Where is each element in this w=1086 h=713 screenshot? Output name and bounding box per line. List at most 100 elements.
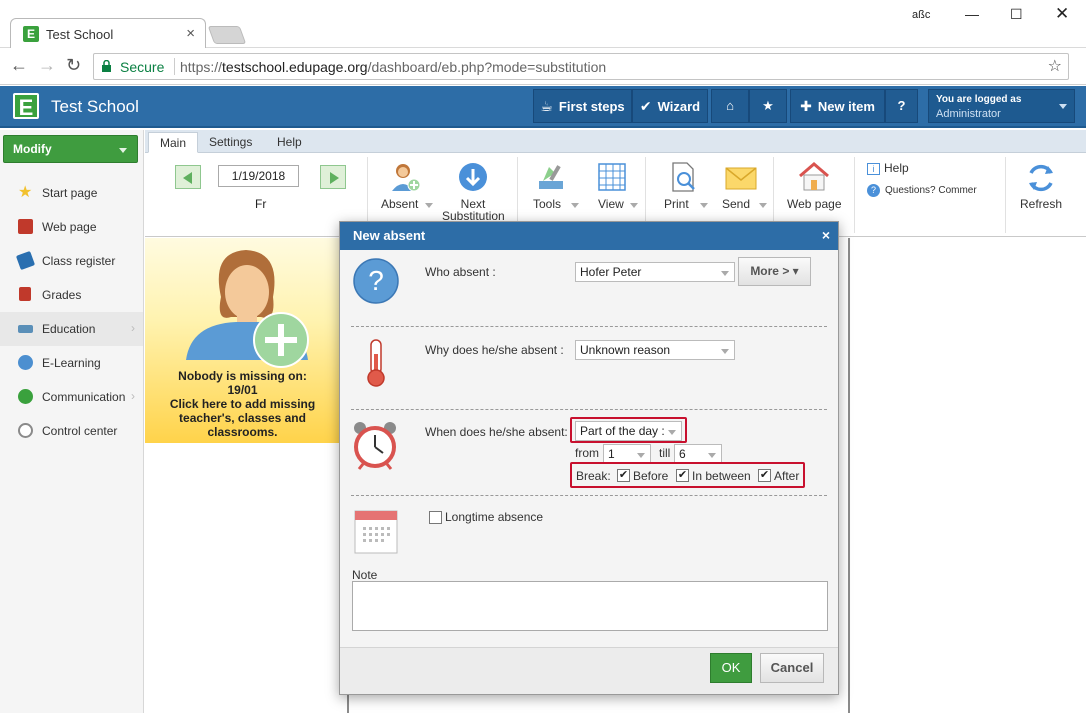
who-absent-select[interactable]: Hofer Peter: [575, 262, 735, 282]
date-field[interactable]: 1/19/2018: [218, 165, 299, 187]
tab-close-icon[interactable]: ×: [186, 25, 195, 42]
break-between-checkbox[interactable]: ✔: [676, 469, 689, 482]
arrow-left-icon: [183, 172, 192, 184]
browser-tab[interactable]: E Test School ×: [10, 18, 206, 48]
window-close-button[interactable]: ✕: [1055, 4, 1069, 24]
web-page-label: Web page: [787, 197, 842, 211]
e-learning-icon: [18, 355, 33, 370]
browser-navbar: ← → ↻ Secure https://testschool.edupage.…: [0, 48, 1086, 85]
first-steps-label: First steps: [558, 99, 625, 114]
help-link[interactable]: i Help: [867, 161, 909, 175]
tab-help[interactable]: Help: [266, 132, 313, 153]
sidebar-item-label: Education: [42, 322, 96, 336]
address-bar[interactable]: Secure https://testschool.edupage.org/da…: [93, 53, 1069, 80]
message-line: classrooms.: [207, 425, 278, 439]
bookmark-star-icon[interactable]: ☆: [1048, 56, 1062, 76]
star-icon: ★: [18, 184, 33, 201]
user-menu[interactable]: You are logged as Administrator: [928, 89, 1075, 123]
next-substitution-label: Next Substitution: [442, 197, 505, 223]
chevron-down-icon: [668, 430, 676, 435]
till-label: till: [659, 446, 671, 460]
chevron-down-icon: [637, 453, 645, 458]
svg-text:?: ?: [368, 265, 384, 296]
question-circle-icon: ?: [867, 184, 880, 197]
dialog-close-icon[interactable]: ×: [822, 228, 830, 242]
who-absent-value: Hofer Peter: [580, 265, 642, 279]
ribbon-separator: [854, 157, 855, 233]
home-button[interactable]: ⌂: [711, 89, 749, 123]
from-label: from: [575, 446, 599, 460]
app-title: Test School: [51, 97, 139, 116]
till-value: 6: [679, 447, 686, 461]
tab-main[interactable]: Main: [148, 132, 199, 153]
next-day-button[interactable]: [320, 165, 346, 189]
refresh-label: Refresh: [1020, 197, 1063, 211]
sidebar-item-grades[interactable]: Grades: [0, 278, 143, 312]
sidebar-item-label: Web page: [42, 220, 97, 234]
cancel-button[interactable]: Cancel: [760, 653, 824, 683]
why-absent-label: Why does he/she absent :: [425, 343, 564, 357]
forward-arrow-icon[interactable]: →: [38, 55, 56, 76]
wizard-button[interactable]: ✔ Wizard: [632, 89, 708, 123]
new-item-button[interactable]: ✚ New item: [790, 89, 885, 123]
message-line: Click here to add missing: [169, 397, 316, 411]
modify-button[interactable]: Modify: [3, 135, 138, 163]
previous-day-button[interactable]: [175, 165, 201, 189]
star-icon: ★: [762, 98, 774, 113]
refresh-button[interactable]: Refresh: [1015, 161, 1067, 231]
from-select[interactable]: 1: [603, 444, 651, 464]
chevron-down-icon: [721, 349, 729, 354]
break-after-label: After: [774, 469, 800, 483]
tools-label: Tools: [533, 197, 562, 211]
reload-icon[interactable]: ↻: [66, 55, 81, 76]
break-before-checkbox[interactable]: ✔: [617, 469, 630, 482]
ribbon-tabs: Main Settings Help: [145, 130, 1086, 153]
sidebar-item-control-center[interactable]: Control center: [0, 414, 143, 448]
break-label: Break:: [576, 469, 611, 483]
favorites-button[interactable]: ★: [749, 89, 787, 123]
ok-button[interactable]: OK: [710, 653, 752, 683]
url-path: /dashboard/eb.php?mode=substitution: [367, 59, 607, 75]
window-minimize-button[interactable]: —: [965, 6, 979, 22]
logged-as-label: You are logged as: [936, 94, 1022, 105]
back-arrow-icon[interactable]: ←: [10, 55, 28, 76]
till-select[interactable]: 6: [674, 444, 722, 464]
note-textarea[interactable]: [352, 581, 828, 631]
tab-settings[interactable]: Settings: [198, 132, 263, 153]
web-page-icon: [18, 219, 33, 234]
sidebar-item-label: Start page: [42, 186, 98, 200]
chevron-down-icon: [1059, 104, 1067, 109]
sidebar-item-e-learning[interactable]: E-Learning: [0, 346, 143, 380]
more-button[interactable]: More > ▾: [738, 257, 811, 286]
why-absent-select[interactable]: Unknown reason: [575, 340, 735, 360]
longtime-absence-checkbox[interactable]: [429, 511, 442, 524]
communication-icon: [18, 389, 33, 404]
sidebar-item-class-register[interactable]: Class register: [0, 244, 143, 278]
edupage-logo-icon[interactable]: E: [13, 93, 39, 120]
dialog-footer: OK Cancel: [340, 647, 838, 694]
nobody-missing-message: Nobody is missing on: 19/01 Click here t…: [145, 369, 340, 439]
sidebar-item-web-page[interactable]: Web page: [0, 210, 143, 244]
browser-tabstrip: E Test School × aßc — ☐ ✕: [0, 0, 1086, 48]
first-steps-button[interactable]: ☕ First steps: [533, 89, 632, 123]
break-after-checkbox[interactable]: ✔: [758, 469, 771, 482]
new-tab-button[interactable]: [207, 26, 247, 44]
window-maximize-button[interactable]: ☐: [1010, 6, 1023, 23]
print-preview-icon: [672, 162, 695, 192]
sidebar-item-communication[interactable]: Communication ›: [0, 380, 143, 414]
walking-icon: ✔: [639, 98, 652, 114]
questions-link[interactable]: ? Questions? Commer: [867, 184, 977, 197]
education-icon: [18, 325, 33, 333]
add-missing-panel[interactable]: Nobody is missing on: 19/01 Click here t…: [145, 238, 340, 443]
day-name: Fr: [255, 197, 267, 211]
help-button[interactable]: ?: [885, 89, 918, 123]
modify-label: Modify: [13, 142, 52, 156]
plus-icon: ✚: [800, 98, 812, 114]
sidebar-item-education[interactable]: Education ›: [0, 312, 143, 346]
note-label: Note: [352, 568, 378, 582]
sidebar-item-start-page[interactable]: ★ Start page: [0, 176, 143, 210]
when-absent-select[interactable]: Part of the day :: [575, 421, 682, 441]
sidebar-item-label: E-Learning: [42, 356, 101, 370]
house-icon: [799, 162, 829, 191]
input-method-icon[interactable]: aßc: [912, 9, 930, 21]
